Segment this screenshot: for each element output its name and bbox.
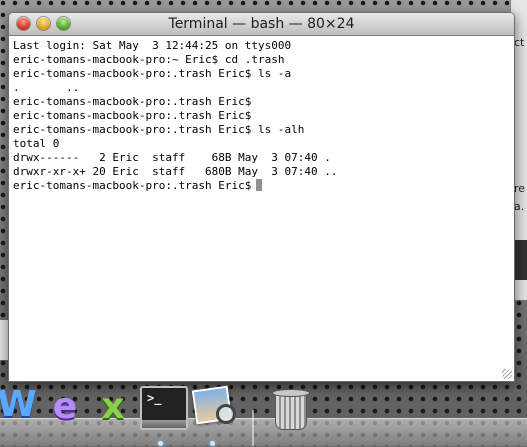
background-text-fragment: re (514, 182, 526, 195)
magnifier-glyph (216, 404, 236, 424)
console-line: total 0 (13, 137, 60, 150)
dock-divider (252, 410, 254, 446)
terminal-window[interactable]: Terminal — bash — 80×24 Last login: Sat … (8, 12, 515, 382)
entourage-icon[interactable]: e (44, 386, 86, 428)
terminal-icon-base (142, 420, 186, 428)
background-window-panel (513, 240, 527, 280)
running-indicator (210, 441, 215, 446)
console-line: drwx------ 2 Eric staff 68B May 3 07:40 … (13, 151, 331, 164)
console-line: eric-tomans-macbook-pro:.trash Eric$ ls … (13, 123, 305, 136)
console-line: eric-tomans-macbook-pro:.trash Eric$ (13, 95, 252, 108)
console-line: . .. (13, 81, 80, 94)
terminal-console[interactable]: Last login: Sat May 3 12:44:25 on ttys00… (9, 36, 514, 381)
resize-handle[interactable] (502, 369, 512, 379)
dock: W e x >_ (0, 382, 527, 447)
console-line: eric-tomans-macbook-pro:.trash Eric$ (13, 179, 252, 192)
window-title: Terminal — bash — 80×24 (168, 16, 355, 32)
trash-can-body (275, 392, 307, 430)
background-text-fragment: a. (514, 200, 525, 213)
excel-icon[interactable]: x (92, 386, 134, 428)
running-indicator (158, 441, 163, 446)
terminal-icon[interactable]: >_ (140, 386, 188, 430)
console-line: drwxr-xr-x+ 20 Eric staff 680B May 3 07:… (13, 165, 338, 178)
console-line: eric-tomans-macbook-pro:.trash Eric$ (13, 109, 252, 122)
word-icon[interactable]: W (0, 384, 38, 426)
console-line: Last login: Sat May 3 12:44:25 on ttys00… (13, 39, 292, 52)
preview-icon[interactable] (190, 384, 236, 428)
background-text-fragment: ct (514, 36, 525, 49)
trash-icon[interactable] (270, 386, 310, 430)
console-line: eric-tomans-macbook-pro:.trash Eric$ ls … (13, 67, 292, 80)
prompt-line: eric-tomans-macbook-pro:.trash Eric$ (13, 179, 510, 193)
trash-can-rim (272, 389, 310, 397)
terminal-prompt-glyph: >_ (147, 391, 162, 405)
title-bar[interactable]: Terminal — bash — 80×24 (9, 13, 514, 36)
text-cursor (256, 179, 263, 191)
console-line: eric-tomans-macbook-pro:~ Eric$ cd .tras… (13, 53, 285, 66)
